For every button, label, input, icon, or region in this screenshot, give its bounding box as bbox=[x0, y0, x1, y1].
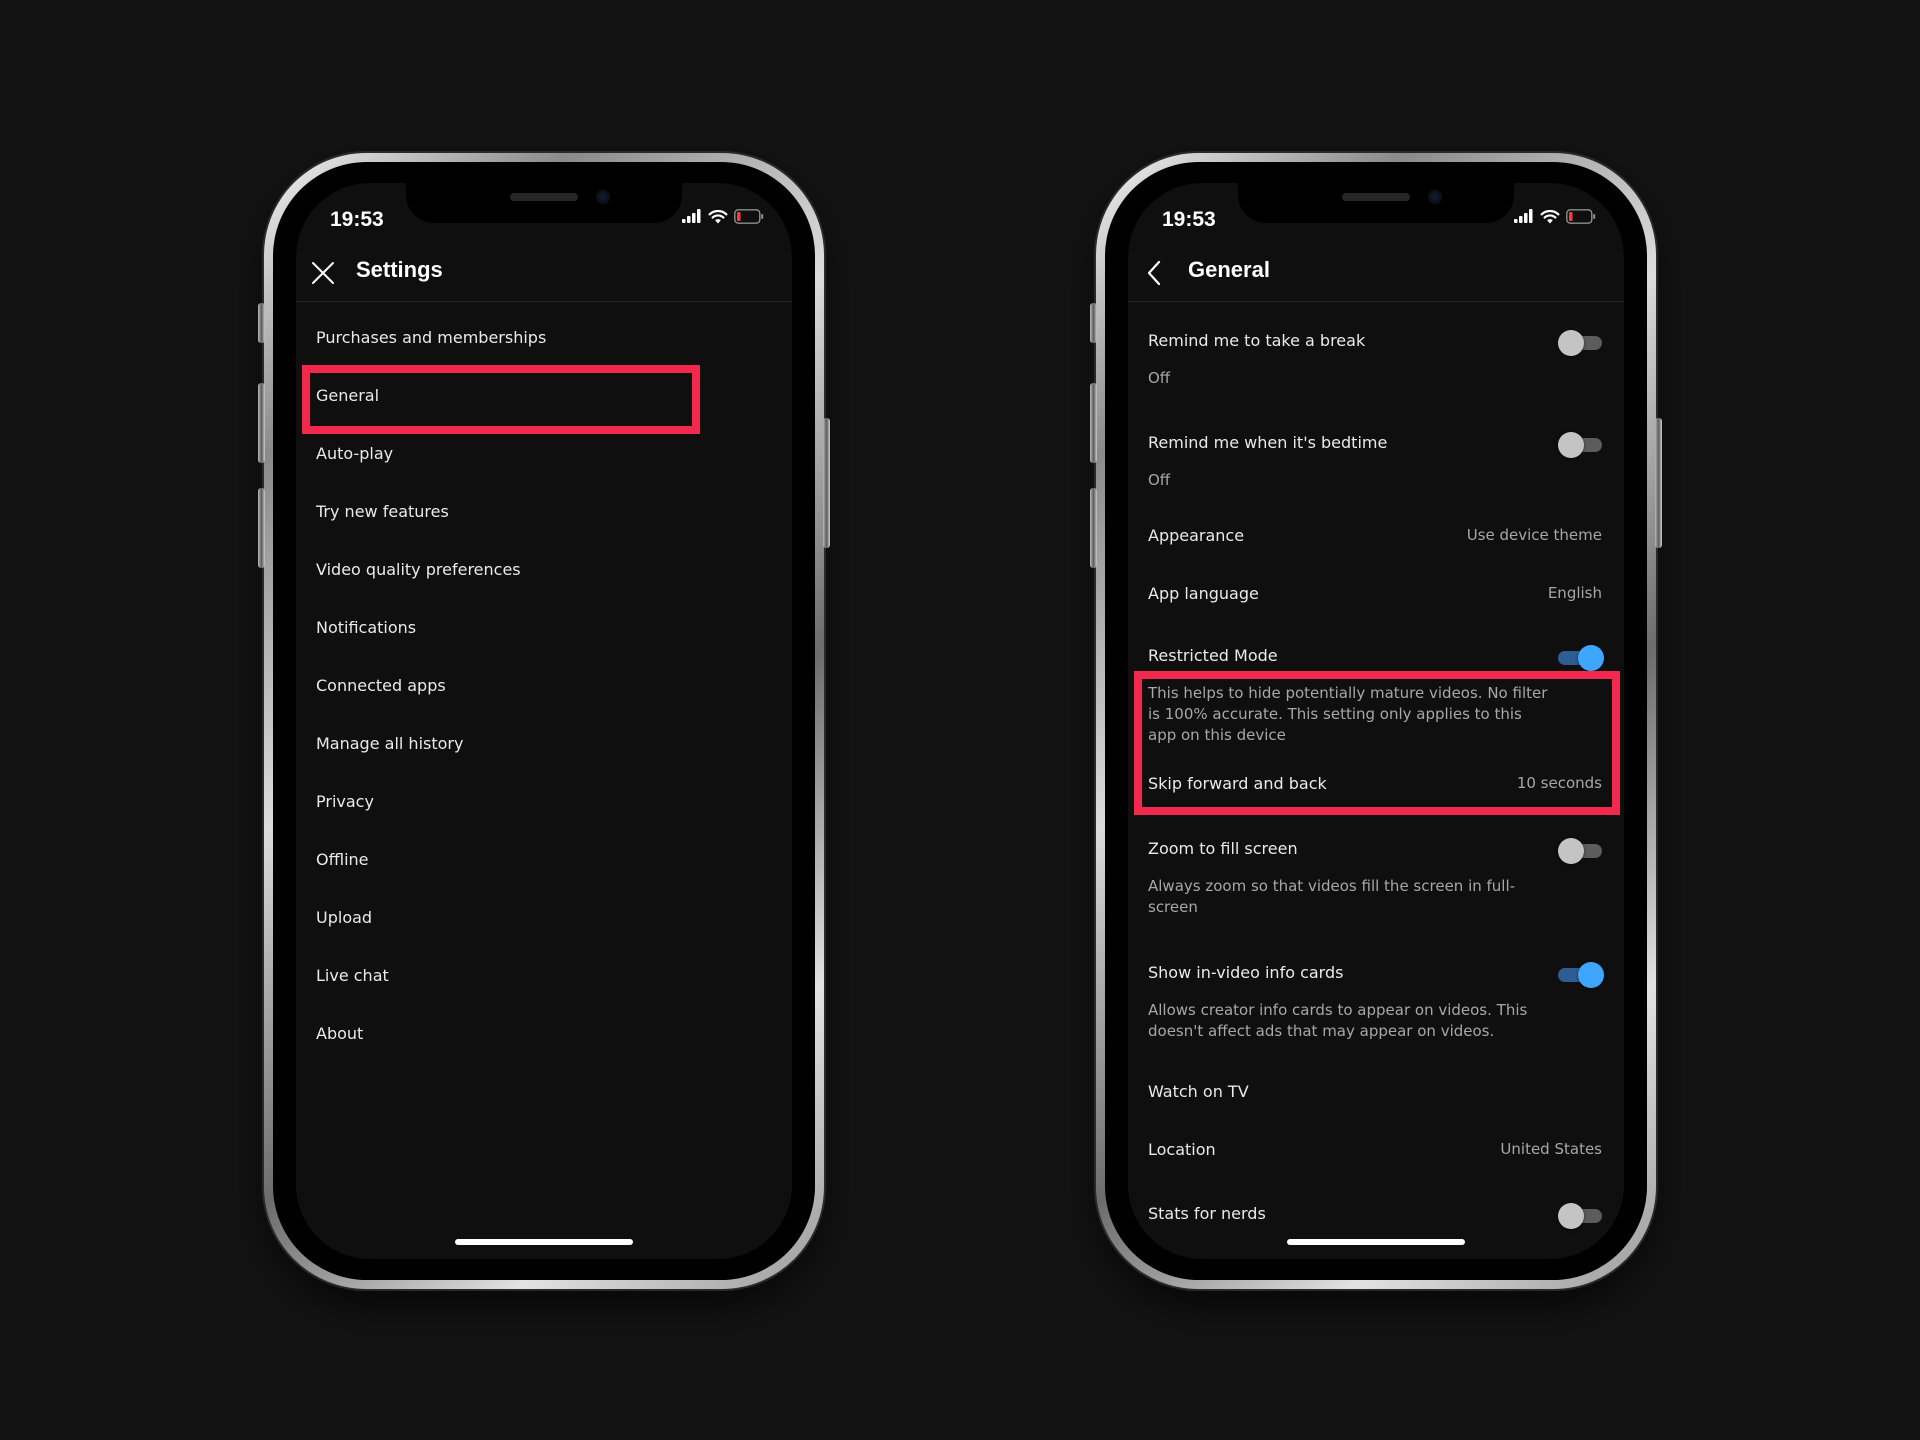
setting-label: Location bbox=[1148, 1140, 1216, 1159]
setting-label: Appearance bbox=[1148, 526, 1245, 545]
screen-settings: 19:53 Settings Purchases and memberships… bbox=[296, 183, 792, 1259]
setting-value: United States bbox=[1500, 1140, 1602, 1158]
cellular-signal-icon bbox=[682, 209, 701, 223]
setting-value: 10 seconds bbox=[1516, 774, 1602, 792]
battery-low-icon bbox=[1566, 208, 1596, 224]
toggle-restricted-mode[interactable] bbox=[1558, 645, 1604, 671]
volume-up-button bbox=[1090, 383, 1097, 463]
status-bar: 19:53 bbox=[296, 183, 792, 243]
setting-description: Allows creator info cards to appear on v… bbox=[1148, 1001, 1528, 1040]
menu-item-general[interactable]: General bbox=[296, 366, 792, 424]
general-settings-list: Remind me to take a break Off Remind me … bbox=[1128, 308, 1624, 1242]
setting-watch-tv[interactable]: Watch on TV bbox=[1128, 1072, 1624, 1130]
toggle-bedtime[interactable] bbox=[1558, 432, 1602, 458]
wifi-icon bbox=[708, 209, 728, 223]
power-button bbox=[1655, 418, 1662, 548]
setting-take-break[interactable]: Remind me to take a break Off bbox=[1128, 308, 1624, 410]
power-button bbox=[823, 418, 830, 548]
setting-skip[interactable]: Skip forward and back 10 seconds bbox=[1128, 766, 1624, 830]
setting-value: Use device theme bbox=[1466, 526, 1602, 544]
setting-label: Show in-video info cards bbox=[1148, 963, 1344, 982]
setting-zoom[interactable]: Zoom to fill screen Always zoom so that … bbox=[1128, 830, 1624, 954]
toggle-knob bbox=[1578, 962, 1604, 988]
toggle-knob bbox=[1558, 838, 1584, 864]
setting-appearance[interactable]: Appearance Use device theme bbox=[1128, 506, 1624, 564]
status-icons bbox=[682, 207, 764, 225]
phone-frame-right: 19:53 General Remind me to take a break … bbox=[1090, 153, 1662, 1289]
wifi-icon bbox=[1540, 209, 1560, 223]
setting-label: Restricted Mode bbox=[1148, 646, 1278, 665]
app-bar: General bbox=[1128, 251, 1624, 302]
status-time: 19:53 bbox=[330, 208, 384, 231]
screen-general: 19:53 General Remind me to take a break … bbox=[1128, 183, 1624, 1259]
volume-up-button bbox=[258, 383, 265, 463]
mute-switch bbox=[258, 303, 265, 343]
setting-label: Remind me to take a break bbox=[1148, 331, 1366, 350]
menu-item-manage-history[interactable]: Manage all history bbox=[296, 714, 792, 772]
page-title: General bbox=[1188, 257, 1270, 282]
menu-item-try-new-features[interactable]: Try new features bbox=[296, 482, 792, 540]
menu-item-privacy[interactable]: Privacy bbox=[296, 772, 792, 830]
setting-description: This helps to hide potentially mature vi… bbox=[1148, 684, 1548, 744]
setting-label: Skip forward and back bbox=[1148, 774, 1327, 793]
toggle-take-break[interactable] bbox=[1558, 330, 1602, 356]
status-time: 19:53 bbox=[1162, 208, 1216, 231]
home-indicator[interactable] bbox=[1287, 1239, 1465, 1245]
setting-label: Zoom to fill screen bbox=[1148, 839, 1298, 858]
toggle-stats-for-nerds[interactable] bbox=[1558, 1203, 1602, 1229]
setting-bedtime[interactable]: Remind me when it's bedtime Off bbox=[1128, 410, 1624, 506]
cellular-signal-icon bbox=[1514, 209, 1533, 223]
setting-status: Off bbox=[1148, 471, 1171, 489]
toggle-info-cards[interactable] bbox=[1558, 962, 1604, 988]
setting-app-language[interactable]: App language English bbox=[1128, 564, 1624, 626]
setting-label: App language bbox=[1148, 584, 1259, 603]
toggle-knob bbox=[1558, 330, 1584, 356]
volume-down-button bbox=[1090, 488, 1097, 568]
back-arrow-icon[interactable] bbox=[1138, 256, 1172, 290]
setting-location[interactable]: Location United States bbox=[1128, 1130, 1624, 1192]
toggle-knob bbox=[1558, 1203, 1584, 1229]
phone-frame-left: 19:53 Settings Purchases and memberships… bbox=[258, 153, 830, 1289]
menu-item-purchases[interactable]: Purchases and memberships bbox=[296, 308, 792, 366]
app-bar: Settings bbox=[296, 251, 792, 302]
setting-stats-for-nerds[interactable]: Stats for nerds bbox=[1128, 1192, 1624, 1242]
menu-item-live-chat[interactable]: Live chat bbox=[296, 946, 792, 1004]
menu-item-offline[interactable]: Offline bbox=[296, 830, 792, 888]
menu-item-notifications[interactable]: Notifications bbox=[296, 598, 792, 656]
menu-item-about[interactable]: About bbox=[296, 1004, 792, 1062]
setting-info-cards[interactable]: Show in-video info cards Allows creator … bbox=[1128, 954, 1624, 1072]
menu-item-autoplay[interactable]: Auto-play bbox=[296, 424, 792, 482]
toggle-knob bbox=[1578, 645, 1604, 671]
volume-down-button bbox=[258, 488, 265, 568]
toggle-zoom[interactable] bbox=[1558, 838, 1602, 864]
setting-label: Stats for nerds bbox=[1148, 1204, 1266, 1223]
settings-menu: Purchases and memberships General Auto-p… bbox=[296, 308, 792, 1062]
page-title: Settings bbox=[356, 257, 443, 282]
setting-restricted-mode[interactable]: Restricted Mode This helps to hide poten… bbox=[1128, 626, 1624, 766]
menu-item-video-quality[interactable]: Video quality preferences bbox=[296, 540, 792, 598]
toggle-knob bbox=[1558, 432, 1584, 458]
battery-low-icon bbox=[734, 208, 764, 224]
setting-description: Always zoom so that videos fill the scre… bbox=[1148, 877, 1516, 916]
setting-value: English bbox=[1547, 584, 1602, 602]
close-icon[interactable] bbox=[306, 256, 340, 290]
status-bar: 19:53 bbox=[1128, 183, 1624, 243]
mute-switch bbox=[1090, 303, 1097, 343]
setting-label: Watch on TV bbox=[1148, 1082, 1249, 1101]
setting-label: Remind me when it's bedtime bbox=[1148, 433, 1388, 452]
menu-item-connected-apps[interactable]: Connected apps bbox=[296, 656, 792, 714]
home-indicator[interactable] bbox=[455, 1239, 633, 1245]
status-icons bbox=[1514, 207, 1596, 225]
menu-item-upload[interactable]: Upload bbox=[296, 888, 792, 946]
setting-status: Off bbox=[1148, 369, 1171, 387]
